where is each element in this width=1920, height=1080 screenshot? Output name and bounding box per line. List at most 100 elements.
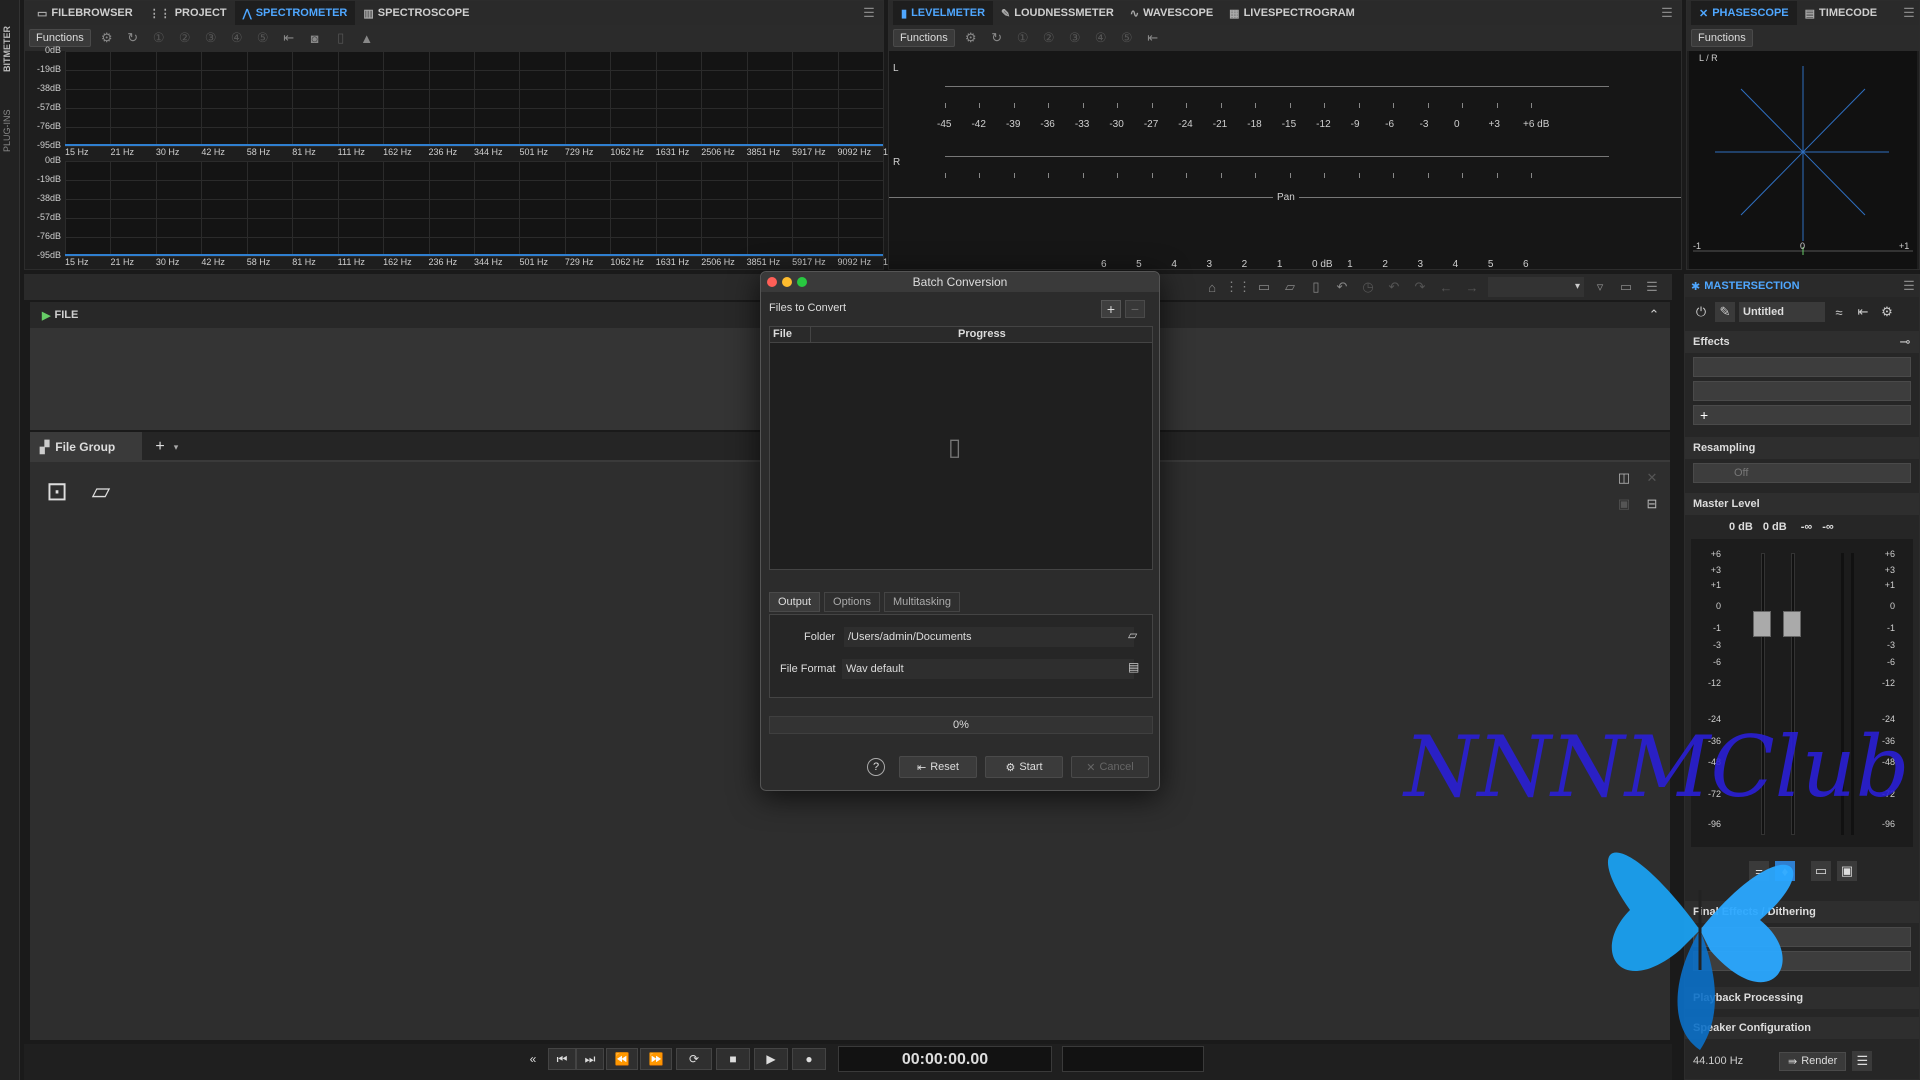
panel-menu-icon[interactable]: ☰ [1899, 3, 1919, 23]
tab-file-group[interactable]: ▞ File Group [30, 432, 142, 462]
close-window-button[interactable] [767, 277, 777, 287]
horizontal-split-icon[interactable]: ⊟ [1642, 494, 1662, 514]
history-icon[interactable]: ◷ [1358, 277, 1378, 297]
undo-icon[interactable]: ↶ [1384, 277, 1404, 297]
gear-icon[interactable]: ⚙ [97, 28, 117, 48]
collapse-panel-icon[interactable]: ⌃ [1644, 305, 1664, 325]
tab-phasescope[interactable]: ✕ PHASESCOPE [1691, 1, 1797, 25]
refresh-icon[interactable]: ↻ [123, 28, 143, 48]
preset-5-icon[interactable]: ⑤ [253, 28, 273, 48]
tab-loudnessmeter[interactable]: ✎ LOUDNESSMETER [993, 1, 1122, 25]
tab-multitasking[interactable]: Multitasking [883, 592, 961, 612]
gear-icon[interactable]: ⚙ [961, 28, 981, 48]
grid-icon[interactable]: ⋮⋮ [1225, 277, 1251, 297]
rewind-start-icon[interactable]: « [522, 1048, 544, 1070]
collapse-icon[interactable]: ▿ [1590, 277, 1610, 297]
add-effect-slot[interactable]: + [1693, 405, 1911, 425]
effect-slot-1[interactable] [1693, 357, 1911, 377]
tab-levelmeter[interactable]: ▮ LEVELMETER [893, 1, 994, 25]
lock-icon[interactable]: ▣ [1837, 861, 1857, 881]
help-button[interactable]: ? [867, 758, 885, 776]
preset-3-icon[interactable]: ③ [201, 28, 221, 48]
gear-icon[interactable]: ⚙ [1877, 302, 1897, 322]
preset-4-icon[interactable]: ④ [1091, 28, 1111, 48]
folder-field[interactable]: /Users/admin/Documents [844, 627, 1134, 647]
file-tab[interactable]: ▶ FILE [34, 303, 86, 327]
back-icon[interactable]: ← [1436, 277, 1456, 297]
cancel-button[interactable]: ✕ Cancel [1071, 756, 1149, 778]
col-file[interactable]: File [773, 328, 792, 340]
functions-menu[interactable]: Functions [893, 29, 955, 47]
browse-folder-icon[interactable]: ▱ [1128, 628, 1137, 642]
stop-icon[interactable]: ■ [716, 1048, 750, 1070]
effect-slot-2[interactable] [1693, 381, 1911, 401]
zoom-window-button[interactable] [797, 277, 807, 287]
effects-options-icon[interactable]: ⊸ [1895, 332, 1915, 352]
new-file-icon[interactable]: ⊡ [42, 476, 72, 506]
pen-icon[interactable]: ✎ [1715, 302, 1735, 322]
power-icon[interactable]: ⏻ [1691, 302, 1711, 322]
preset-1-icon[interactable]: ① [1013, 28, 1033, 48]
maximize-icon[interactable]: ▭ [1616, 277, 1636, 297]
panel-menu-icon[interactable]: ☰ [1657, 3, 1677, 23]
resampling-slot[interactable]: Off [1693, 463, 1911, 483]
reset-icon[interactable]: ⇤ [1143, 28, 1163, 48]
preset-4-icon[interactable]: ④ [227, 28, 247, 48]
go-to-end-icon[interactable]: ⏭ [576, 1048, 604, 1070]
sidebar-tab-plugins[interactable]: PLUG-INS [2, 80, 18, 152]
preset-3-icon[interactable]: ③ [1065, 28, 1085, 48]
bypass-icon[interactable]: ≈ [1829, 302, 1849, 322]
new-file-icon[interactable]: ▭ [1254, 277, 1274, 297]
play-icon[interactable]: ▶ [754, 1048, 788, 1070]
open-folder-icon[interactable]: ▱ [1280, 277, 1300, 297]
preset-1-icon[interactable]: ① [149, 28, 169, 48]
tab-livespectrogram[interactable]: ▦ LIVESPECTROGRAM [1221, 1, 1363, 25]
tab-wavescope[interactable]: ∿ WAVESCOPE [1122, 1, 1221, 25]
redo-icon[interactable]: ↷ [1410, 277, 1430, 297]
start-button[interactable]: ⚙ Start [985, 756, 1063, 778]
loop-icon[interactable]: ⟳ [676, 1048, 712, 1070]
fader-right-handle[interactable] [1783, 611, 1801, 637]
record-icon[interactable]: ● [792, 1048, 826, 1070]
tab-spectroscope[interactable]: ▥ SPECTROSCOPE [355, 1, 477, 25]
split-view-icon[interactable]: ◫ [1614, 468, 1634, 488]
go-to-start-icon[interactable]: ⏮ [548, 1048, 576, 1070]
layout-icon[interactable]: ▣ [1614, 494, 1634, 514]
preset-2-icon[interactable]: ② [1039, 28, 1059, 48]
tab-output[interactable]: Output [769, 592, 821, 612]
remove-file-button[interactable]: − [1125, 300, 1145, 318]
preset-2-icon[interactable]: ② [175, 28, 195, 48]
preset-5-icon[interactable]: ⑤ [1117, 28, 1137, 48]
refresh-icon[interactable]: ↻ [987, 28, 1007, 48]
render-options-icon[interactable]: ☰ [1852, 1051, 1873, 1071]
minimize-window-button[interactable] [782, 277, 792, 287]
format-settings-icon[interactable]: ▤ [1128, 660, 1139, 674]
tab-filebrowser[interactable]: ▭ FILEBROWSER [29, 1, 141, 25]
functions-menu[interactable]: Functions [1691, 29, 1753, 47]
trash-icon[interactable]: ▯ [331, 28, 351, 48]
col-progress[interactable]: Progress [958, 328, 1006, 340]
tab-project[interactable]: ⋮⋮ PROJECT [141, 1, 235, 25]
preset-name-field[interactable]: Untitled [1739, 302, 1825, 322]
revert-icon[interactable]: ↶ [1332, 277, 1352, 297]
rewind-icon[interactable]: ⏪ [606, 1048, 638, 1070]
sidebar-tab-bitmeter[interactable]: BITMETER [2, 8, 18, 72]
fader-left-handle[interactable] [1753, 611, 1771, 637]
add-file-button[interactable]: + [1101, 300, 1121, 318]
tab-timecode[interactable]: ▤ TIMECODE [1797, 1, 1885, 25]
save-icon[interactable]: ▯ [1306, 277, 1326, 297]
image-icon[interactable]: ▲ [357, 28, 377, 48]
chevron-down-icon[interactable]: ▾ [166, 437, 186, 457]
tab-options[interactable]: Options [824, 592, 880, 612]
file-format-field[interactable]: Wav default [842, 659, 1134, 679]
home-icon[interactable]: ⌂ [1202, 277, 1222, 297]
panel-menu-icon[interactable]: ☰ [1899, 276, 1919, 296]
reset-icon[interactable]: ⇤ [279, 28, 299, 48]
tab-spectrometer[interactable]: ⋀ SPECTROMETER [234, 1, 356, 25]
forward-icon[interactable]: → [1462, 277, 1482, 297]
reset-button[interactable]: ⇤ Reset [899, 756, 977, 778]
panel-menu-icon[interactable]: ☰ [859, 3, 879, 23]
panel-menu-icon[interactable]: ☰ [1642, 277, 1662, 297]
open-folder-icon[interactable]: ▱ [84, 476, 118, 506]
camera-icon[interactable]: ◙ [305, 28, 325, 48]
